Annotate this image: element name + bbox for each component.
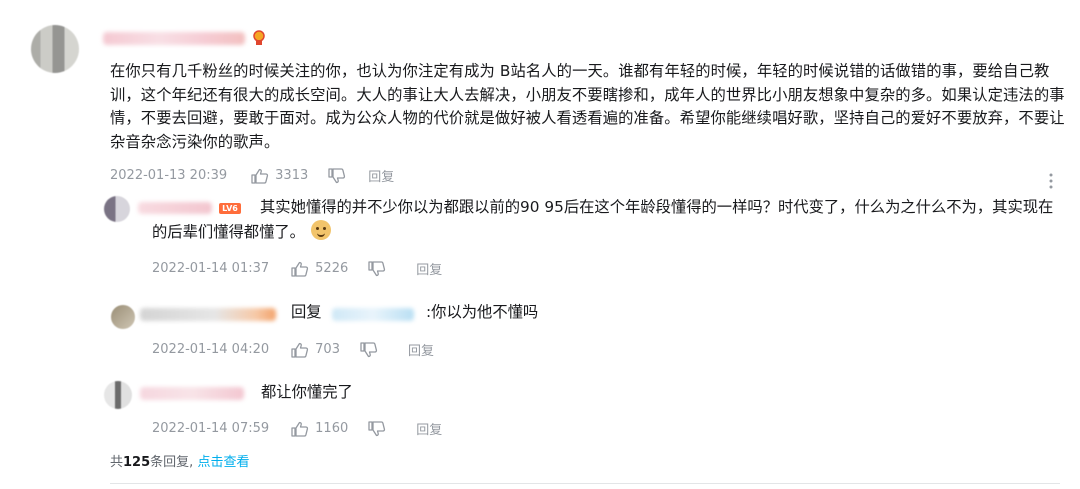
mentioned-username[interactable] [332,308,414,321]
divider [110,483,1060,484]
thumbs-down-icon [360,341,378,357]
reply-button[interactable]: 回复 [416,419,442,438]
thumbs-down-icon [368,260,386,276]
reply-avatar[interactable] [104,381,132,409]
medal-icon [253,30,265,45]
reply-text-content: 其实她懂得的并不少你以为都跟以前的90 95后在这个年龄段懂得的一样吗？时代变了… [152,198,1054,241]
dislike-button[interactable] [368,420,386,437]
like-count: 3313 [275,168,309,183]
avatar[interactable] [31,25,79,73]
thumbs-down-icon [368,420,386,436]
reply-meta: 2022-01-14 07:59 1160 回复 [152,419,442,438]
reply-username[interactable] [140,387,244,400]
reply-text: :你以为他不懂吗 [426,303,539,321]
reply-meta: 2022-01-14 01:37 5226 回复 [152,259,442,278]
thumbs-down-icon [328,167,346,183]
like-count: 703 [315,342,340,357]
comment-meta: 2022-01-13 20:39 3313 回复 [110,166,394,185]
comment-text: 在你只有几千粉丝的时候关注的你，也认为你注定有成为 B站名人的一天。谁都有年轻的… [110,62,1065,151]
like-count: 5226 [315,261,349,276]
thumbs-up-icon [291,421,309,437]
reply-button[interactable]: 回复 [416,259,442,278]
thumbs-up-icon [291,261,309,277]
dislike-button[interactable] [368,260,386,277]
more-vertical-icon[interactable] [1048,172,1054,190]
reply-text: 都让你懂完了 [261,383,353,401]
like-count: 1160 [315,421,349,436]
view-all-replies-link[interactable]: 点击查看 [197,455,249,470]
dislike-button[interactable] [328,167,346,184]
reply-button[interactable]: 回复 [368,166,394,185]
total-prefix: 共 [110,455,124,470]
like-button[interactable]: 703 [291,342,340,358]
reply-text: 其实她懂得的并不少你以为都跟以前的90 95后在这个年龄段懂得的一样吗？时代变了… [152,195,1062,245]
thumbs-up-icon [291,342,309,358]
dislike-button[interactable] [360,341,378,358]
reply-time: 2022-01-14 01:37 [152,261,270,276]
total-suffix: 条回复, [150,455,194,470]
username[interactable] [103,32,245,45]
doge-emoji-icon [310,220,331,240]
total-replies: 共125条回复, 点击查看 [110,451,249,470]
reply-button[interactable]: 回复 [408,340,434,359]
reply-avatar[interactable] [111,305,135,329]
reply-time: 2022-01-14 04:20 [152,342,270,357]
comment-time: 2022-01-13 20:39 [110,168,228,183]
reply-username[interactable] [140,308,276,321]
like-button[interactable]: 5226 [291,261,348,277]
reply-avatar[interactable] [104,196,130,222]
total-count: 125 [123,455,151,470]
thumbs-up-icon [251,168,269,184]
reply-time: 2022-01-14 07:59 [152,421,270,436]
like-button[interactable]: 1160 [291,421,348,437]
reply-prefix: 回复 [291,303,322,321]
like-button[interactable]: 3313 [251,168,308,184]
reply-meta: 2022-01-14 04:20 703 回复 [152,340,434,359]
